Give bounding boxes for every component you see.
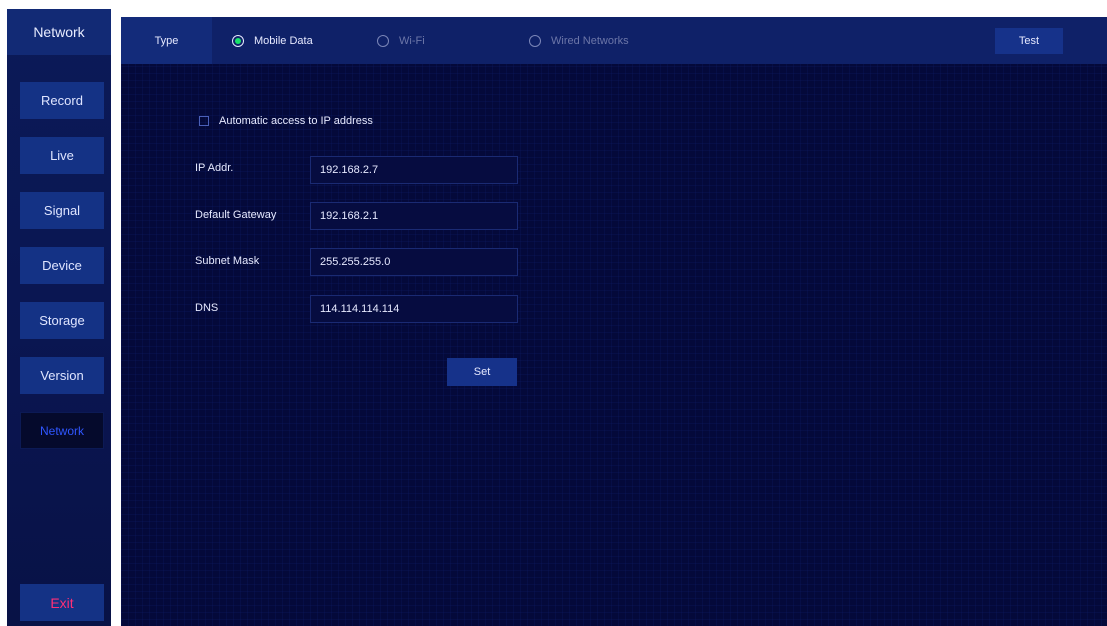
sidebar-item-device[interactable]: Device xyxy=(20,247,104,284)
radio-label: Wi-Fi xyxy=(399,34,425,47)
radio-label: Wired Networks xyxy=(551,34,629,47)
ip-addr-label: IP Addr. xyxy=(195,162,234,174)
sidebar-item-version[interactable]: Version xyxy=(20,357,104,394)
checkbox-icon xyxy=(199,116,209,126)
auto-ip-checkbox[interactable]: Automatic access to IP address xyxy=(199,115,373,127)
subnet-mask-label: Subnet Mask xyxy=(195,255,260,267)
radio-unselected-icon xyxy=(377,34,389,47)
exit-button[interactable]: Exit xyxy=(20,584,104,621)
set-button[interactable]: Set xyxy=(447,358,517,386)
dns-input[interactable] xyxy=(310,295,518,323)
radio-wifi[interactable]: Wi-Fi xyxy=(377,17,425,64)
subnet-mask-input[interactable] xyxy=(310,248,518,276)
radio-wired-networks[interactable]: Wired Networks xyxy=(529,17,629,64)
auto-ip-label: Automatic access to IP address xyxy=(219,115,373,127)
radio-unselected-icon xyxy=(529,34,541,47)
sidebar-title: Network xyxy=(7,9,111,55)
sidebar-item-record[interactable]: Record xyxy=(20,82,104,119)
ip-addr-input[interactable] xyxy=(310,156,518,184)
sidebar-item-storage[interactable]: Storage xyxy=(20,302,104,339)
dns-label: DNS xyxy=(195,302,219,314)
radio-selected-icon xyxy=(232,34,244,47)
radio-mobile-data[interactable]: Mobile Data xyxy=(232,17,313,64)
default-gateway-input[interactable] xyxy=(310,202,518,230)
type-label: Type xyxy=(121,17,212,64)
sidebar-item-signal[interactable]: Signal xyxy=(20,192,104,229)
sidebar-item-live[interactable]: Live xyxy=(20,137,104,174)
network-type-bar: Type Mobile Data Wi-Fi Wired Networks Te… xyxy=(121,17,1107,64)
main-panel: Type Mobile Data Wi-Fi Wired Networks Te… xyxy=(121,17,1107,626)
sidebar-item-network[interactable]: Network xyxy=(20,412,104,449)
sidebar: Network Record Live Signal Device Storag… xyxy=(7,9,111,626)
screen: Network Record Live Signal Device Storag… xyxy=(0,0,1107,626)
radio-label: Mobile Data xyxy=(254,34,313,47)
test-button[interactable]: Test xyxy=(995,28,1063,54)
default-gateway-label: Default Gateway xyxy=(195,209,277,221)
